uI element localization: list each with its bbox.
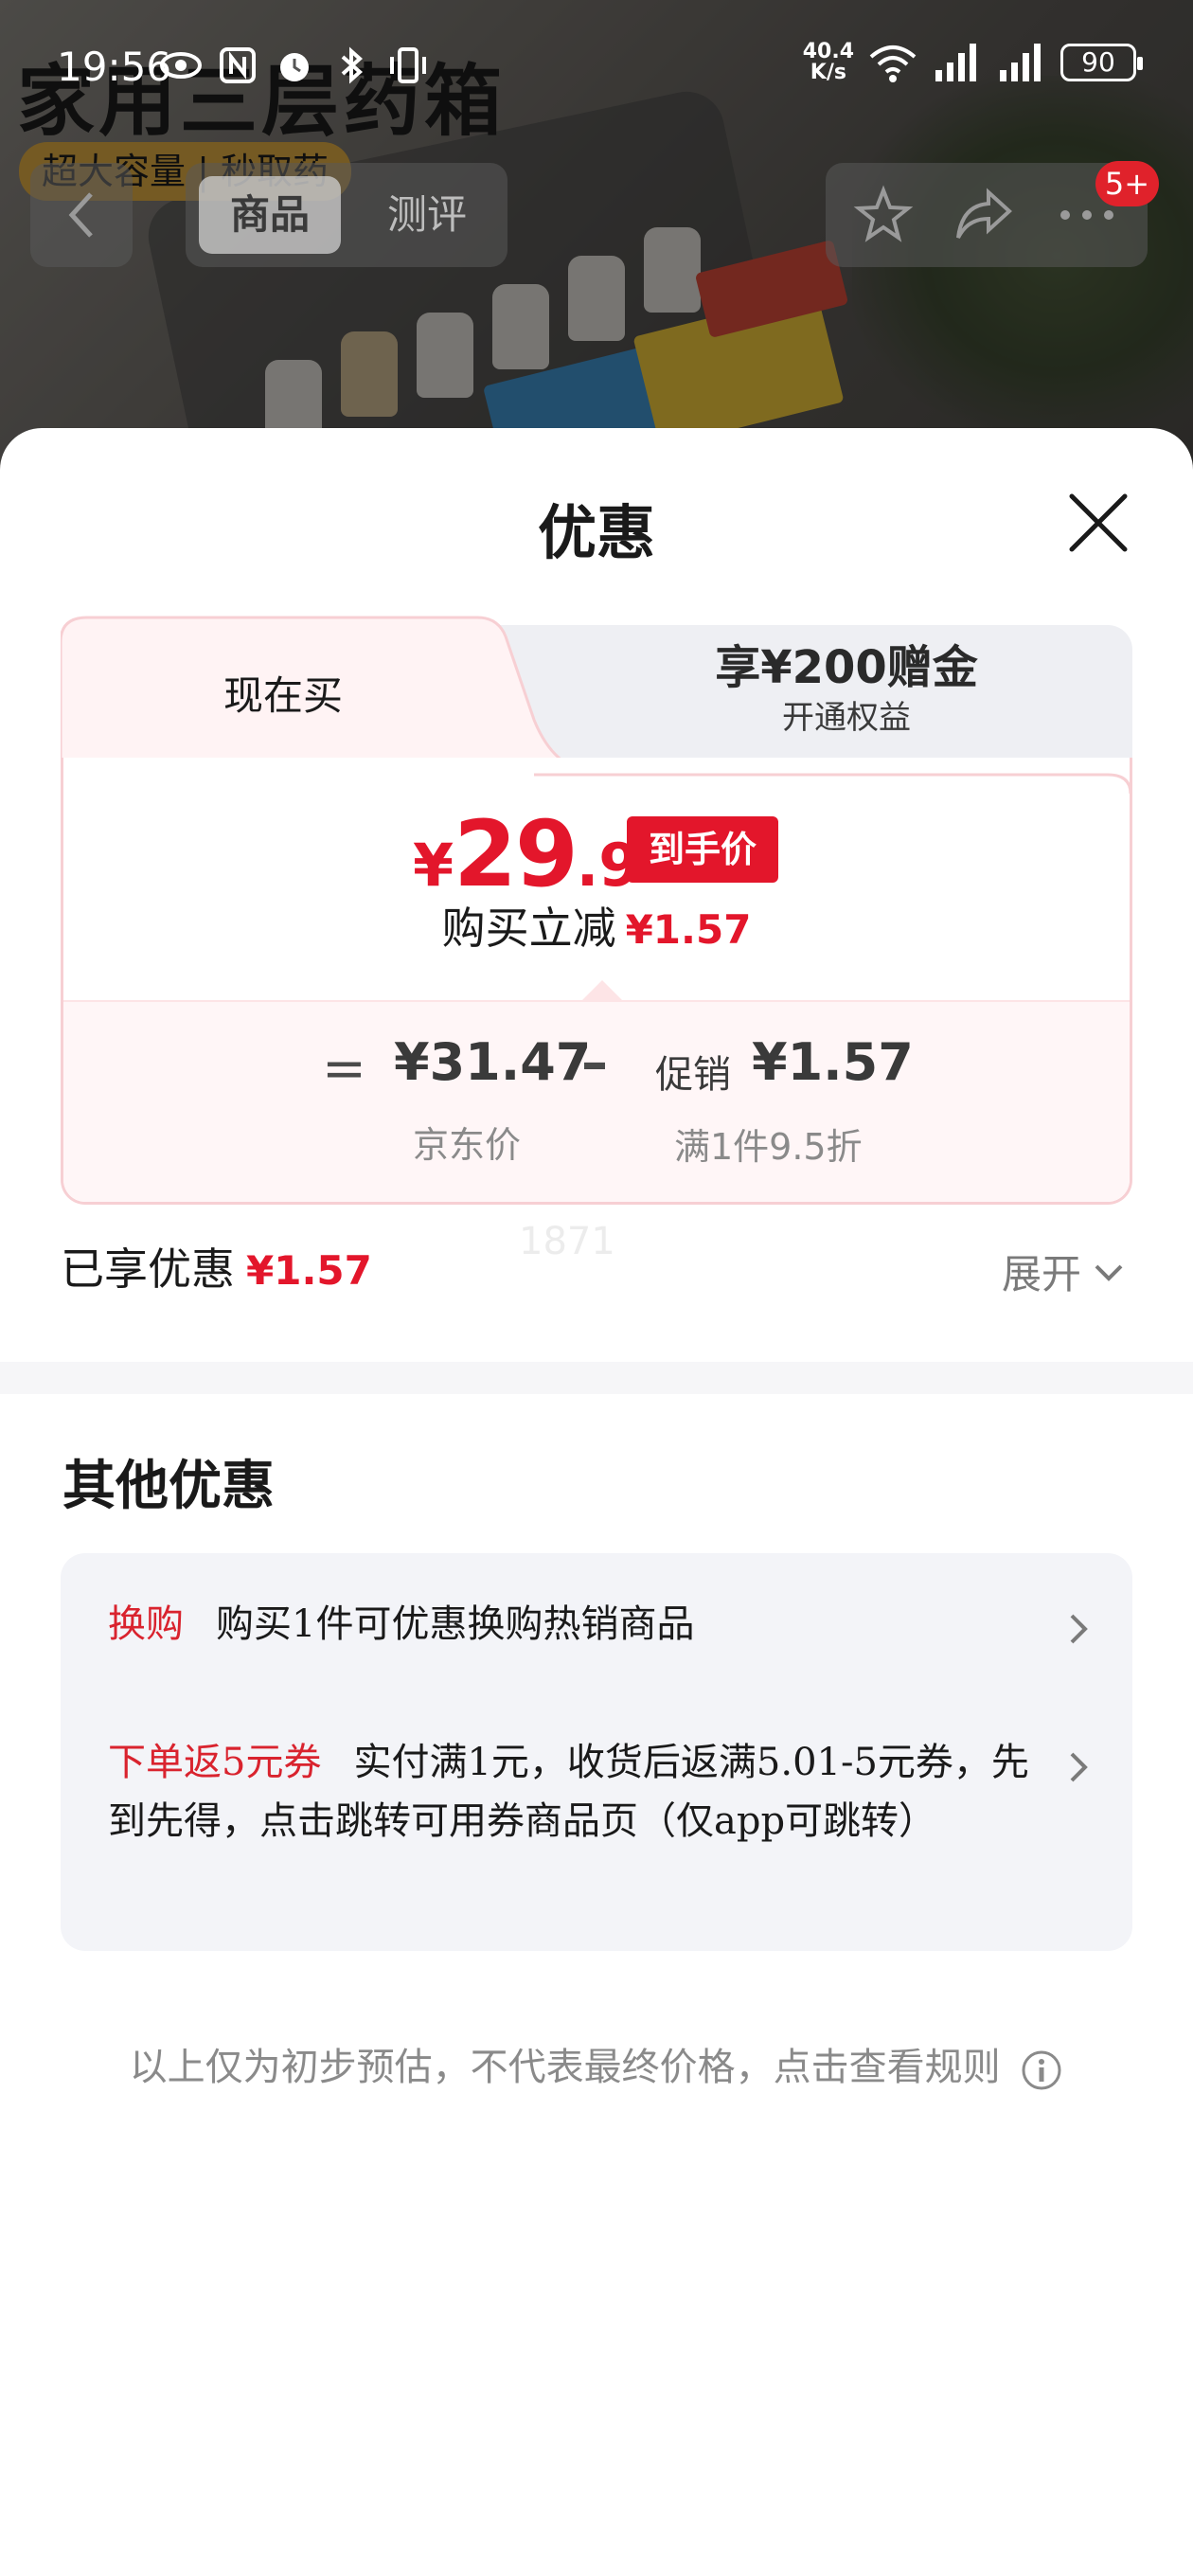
offer-tag: 下单返5元券 (108, 1741, 322, 1784)
minus-sign: – (581, 1032, 608, 1094)
star-icon[interactable] (853, 185, 914, 245)
tab-gift-title: 享¥200赠金 (715, 641, 978, 694)
battery-indicator: 90 (1060, 44, 1143, 81)
promo-rule: 满1件9.5折 (674, 1126, 863, 1168)
status-time: 19:56 (57, 44, 172, 90)
chevron-right-icon[interactable] (1060, 1612, 1095, 1646)
bluetooth-icon (341, 46, 364, 84)
sheet-title: 优惠 (537, 498, 655, 567)
tab-now[interactable]: 现在买 (61, 616, 506, 777)
vibrate-icon (390, 47, 426, 83)
equals-sign: = (322, 1038, 366, 1100)
jd-price-label: 京东价 (413, 1124, 522, 1166)
tab-product[interactable]: 商品 (199, 176, 341, 254)
message-badge: 5+ (1095, 161, 1159, 206)
chevron-right-icon[interactable] (1060, 1750, 1095, 1784)
signal-icon-2 (1000, 44, 1041, 81)
price-card: 享¥200赠金 开通权益 现在买 ¥29.9 到手价 购买立减 ¥1.57 = ¥ (61, 616, 1132, 1205)
signal-icon (935, 44, 976, 81)
back-button[interactable] (30, 163, 133, 267)
offer-text: 购买1件可优惠换购热销商品 (216, 1602, 695, 1646)
offer-item-coupon[interactable]: 下单返5元券 实付满1元，收货后返满5.01-5元券，先到先得，点击跳转可用券商品… (108, 1731, 1045, 1851)
nfc-icon (220, 47, 256, 83)
product-tabs: 商品 测评 (186, 163, 507, 267)
wifi-icon (869, 45, 917, 82)
network-speed: 40.4 K/s (802, 40, 854, 84)
jd-price: ¥31.47 (394, 1032, 592, 1092)
status-bar: 19:56 40.4 K/s 90 (0, 0, 1193, 123)
section-divider (0, 1362, 1193, 1394)
screen: 家用三层药箱 超大容量 | 秒取药 19:56 40.4 K/s 90 商品 测… (0, 0, 1193, 2576)
discount-sheet: 优惠 享¥200赠金 开通权益 现在买 ¥29.9 到手价 购买立减 ¥1.57… (0, 428, 1193, 2576)
close-icon[interactable] (1060, 485, 1136, 561)
offer-tag: 换购 (108, 1602, 184, 1646)
card-top-edge (534, 773, 1132, 794)
share-icon[interactable] (951, 185, 1017, 245)
price-breakdown (63, 1000, 1130, 1202)
watermark: 1871 (519, 1220, 615, 1263)
tab-review[interactable]: 测评 (365, 176, 489, 254)
offer-item-trade-in[interactable]: 换购 购买1件可优惠换购热销商品 (108, 1593, 1083, 1654)
tab-gift-subtitle: 开通权益 (782, 699, 911, 737)
eye-icon (160, 52, 202, 79)
chevron-left-icon (68, 192, 93, 238)
price-disclaimer[interactable]: 以上仅为初步预估，不代表最终价格，点击查看规则 (114, 2038, 1079, 2097)
other-offers-title: 其他优惠 (62, 1455, 275, 1517)
promo-label: 促销 (655, 1053, 731, 1097)
alarm-icon (280, 53, 309, 81)
expand-button[interactable]: 展开 (1002, 1243, 1125, 1300)
instant-discount: 购买立减 ¥1.57 (441, 903, 752, 954)
tab-gift[interactable]: 享¥200赠金 开通权益 (591, 636, 1102, 737)
enjoyed-discount: 已享优惠 ¥1.57 (61, 1243, 372, 1295)
final-price: ¥29.9 (413, 801, 640, 907)
final-price-tag: 到手价 (627, 816, 778, 883)
promo-amount: ¥1.57 (752, 1032, 914, 1092)
info-icon[interactable] (1020, 2048, 1063, 2092)
other-offers-list: 换购 购买1件可优惠换购热销商品 下单返5元券 实付满1元，收货后返满5.01-5元… (61, 1553, 1132, 1951)
chevron-down-icon (1095, 1264, 1123, 1281)
